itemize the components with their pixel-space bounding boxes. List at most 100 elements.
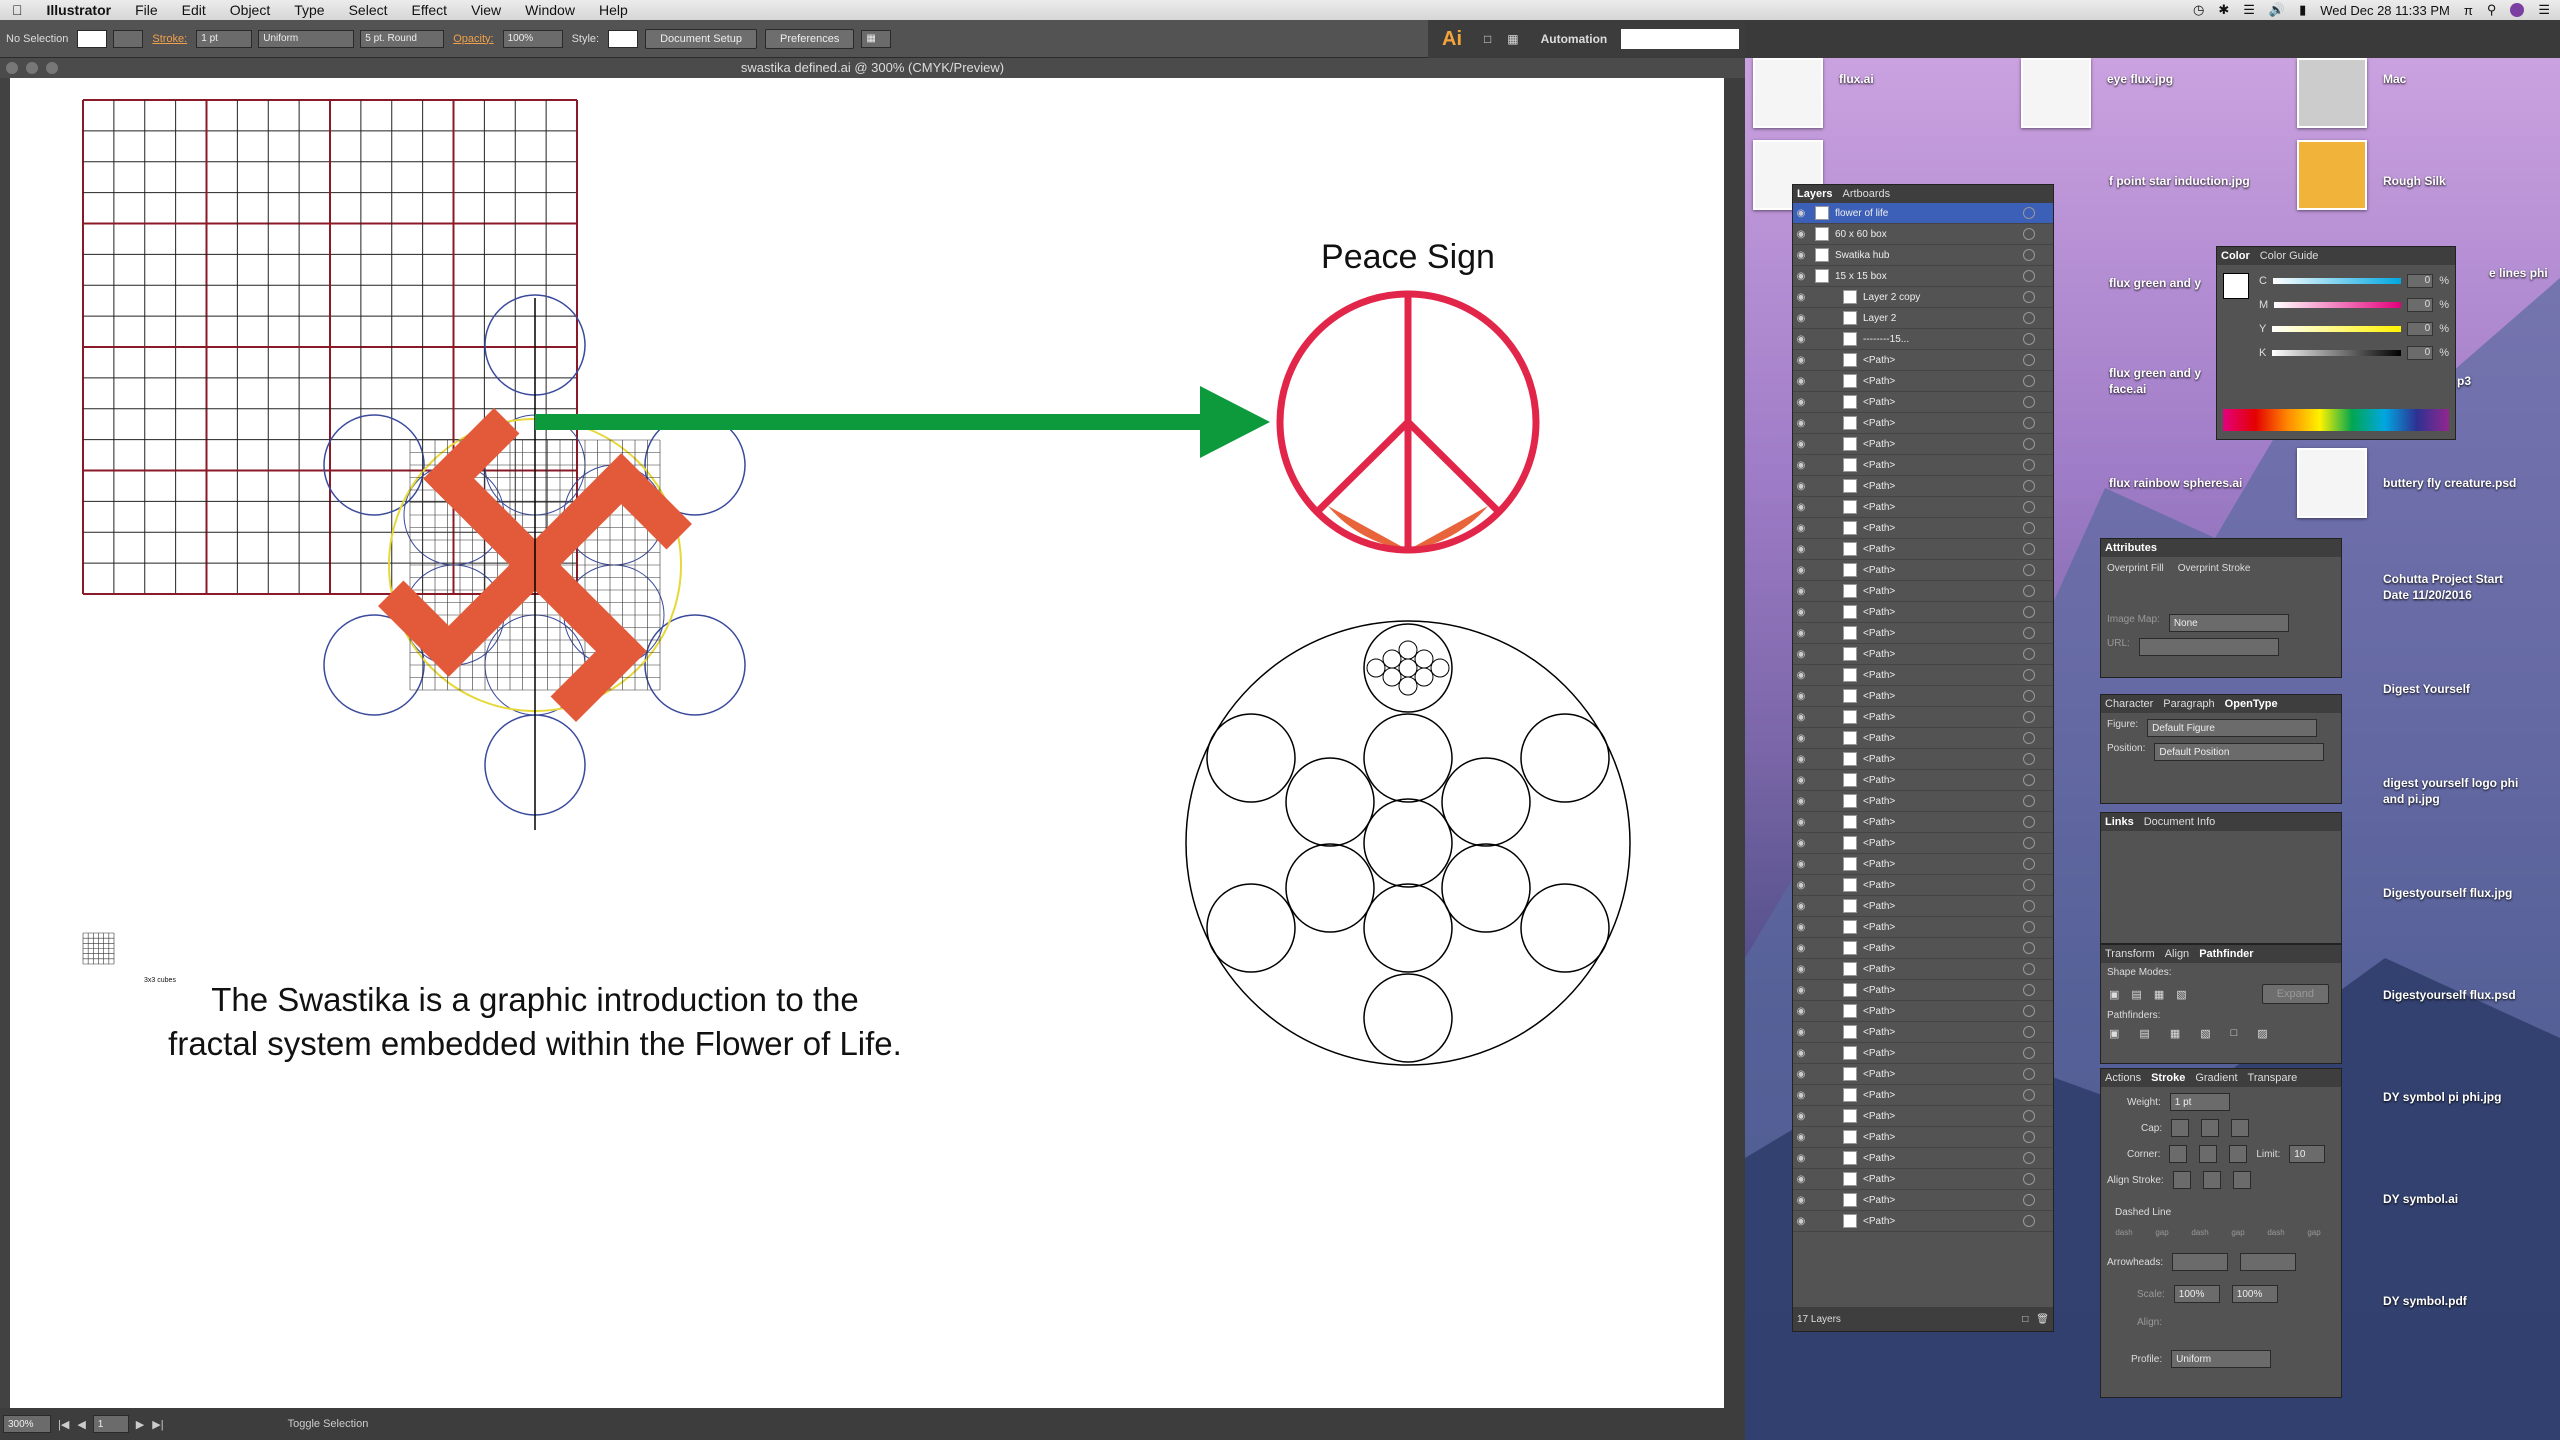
layer-row[interactable]: ◉ <Path> <box>1793 623 2053 644</box>
layer-name[interactable]: <Path> <box>1863 376 1895 387</box>
layer-name[interactable]: <Path> <box>1863 544 1895 555</box>
layer-row[interactable]: ◉ <Path> <box>1793 455 2053 476</box>
layer-row[interactable]: ◉ <Path> <box>1793 749 2053 770</box>
layer-name[interactable]: <Path> <box>1863 502 1895 513</box>
layer-row[interactable]: ◉ <Path> <box>1793 581 2053 602</box>
visibility-eye-icon[interactable]: ◉ <box>1793 901 1809 912</box>
visibility-eye-icon[interactable]: ◉ <box>1793 586 1809 597</box>
desktop-file-label[interactable]: Digest Yourself <box>2383 682 2470 696</box>
file-thumbnail[interactable] <box>1753 58 1823 128</box>
layer-row[interactable]: ◉ <Path> <box>1793 392 2053 413</box>
intersect-icon[interactable]: ▦ <box>2154 988 2164 1001</box>
layer-row[interactable]: ◉ <Path> <box>1793 497 2053 518</box>
target-circle-icon[interactable] <box>2023 480 2035 492</box>
visibility-eye-icon[interactable]: ◉ <box>1793 964 1809 975</box>
layer-name[interactable]: <Path> <box>1863 1174 1895 1185</box>
layer-name[interactable]: Layer 2 <box>1863 313 1896 324</box>
stroke-label[interactable]: Stroke: <box>146 33 193 45</box>
desktop-file-label[interactable]: p3 <box>2457 374 2471 388</box>
target-circle-icon[interactable] <box>2023 606 2035 618</box>
divide-icon[interactable]: ▣ <box>2109 1027 2119 1040</box>
layer-name[interactable]: <Path> <box>1863 1006 1895 1017</box>
black-value[interactable]: 0 <box>2407 346 2434 360</box>
desktop-file-label[interactable]: flux green and y <box>2109 276 2201 290</box>
tab-character[interactable]: Character <box>2105 698 2153 710</box>
cyan-value[interactable]: 0 <box>2407 274 2434 288</box>
visibility-eye-icon[interactable]: ◉ <box>1793 565 1809 576</box>
zoom-level-field[interactable]: 300% <box>3 1415 51 1433</box>
wifi-icon[interactable]: ☰ <box>2243 2 2255 18</box>
drive-thumbnail[interactable] <box>2297 58 2367 128</box>
visibility-eye-icon[interactable]: ◉ <box>1793 1069 1809 1080</box>
layer-name[interactable]: <Path> <box>1863 964 1895 975</box>
visibility-eye-icon[interactable]: ◉ <box>1793 796 1809 807</box>
layer-row[interactable]: ◉ 60 x 60 box <box>1793 224 2053 245</box>
dash-field-2[interactable]: dash <box>2183 1228 2217 1237</box>
layer-row[interactable]: ◉ flower of life <box>1793 203 2053 224</box>
target-circle-icon[interactable] <box>2023 417 2035 429</box>
gap-field-3[interactable]: gap <box>2297 1228 2331 1237</box>
visibility-eye-icon[interactable]: ◉ <box>1793 859 1809 870</box>
layer-row[interactable]: ◉ <Path> <box>1793 875 2053 896</box>
layer-name[interactable]: <Path> <box>1863 943 1895 954</box>
layer-name[interactable]: <Path> <box>1863 775 1895 786</box>
visibility-eye-icon[interactable]: ◉ <box>1793 712 1809 723</box>
desktop-file-label[interactable]: DY symbol.pdf <box>2383 1294 2467 1308</box>
layer-row[interactable]: ◉ <Path> <box>1793 602 2053 623</box>
target-circle-icon[interactable] <box>2023 963 2035 975</box>
apple-menu-icon[interactable]:  <box>0 0 35 20</box>
layer-row[interactable]: ◉ <Path> <box>1793 896 2053 917</box>
desktop-file-label[interactable]: Date 11/20/2016 <box>2383 588 2472 602</box>
desktop-file-label[interactable]: flux.ai <box>1839 72 1874 86</box>
target-circle-icon[interactable] <box>2023 1005 2035 1017</box>
target-circle-icon[interactable] <box>2023 1152 2035 1164</box>
target-circle-icon[interactable] <box>2023 543 2035 555</box>
miter-join-icon[interactable] <box>2169 1145 2188 1163</box>
layer-name[interactable]: <Path> <box>1863 586 1895 597</box>
artboard-canvas[interactable]: Peace Sign The Swastika is a graphic int… <box>10 78 1724 1408</box>
visibility-eye-icon[interactable]: ◉ <box>1793 418 1809 429</box>
target-circle-icon[interactable] <box>2023 984 2035 996</box>
start-arrowhead-select[interactable] <box>2172 1253 2229 1271</box>
layer-row[interactable]: ◉ 15 x 15 box <box>1793 266 2053 287</box>
end-arrowhead-select[interactable] <box>2240 1253 2297 1271</box>
document-setup-button[interactable]: Document Setup <box>645 28 758 49</box>
butt-cap-icon[interactable] <box>2171 1119 2190 1137</box>
visibility-eye-icon[interactable]: ◉ <box>1793 1195 1809 1206</box>
align-center-icon[interactable] <box>2172 1171 2191 1189</box>
profile-select[interactable]: Uniform <box>2171 1350 2272 1368</box>
target-circle-icon[interactable] <box>2023 795 2035 807</box>
target-circle-icon[interactable] <box>2023 627 2035 639</box>
layer-row[interactable]: ◉ <Path> <box>1793 1064 2053 1085</box>
visibility-eye-icon[interactable]: ◉ <box>1793 1090 1809 1101</box>
target-circle-icon[interactable] <box>2023 501 2035 513</box>
new-layer-icon[interactable]: □ <box>2022 1314 2028 1325</box>
target-circle-icon[interactable] <box>2023 1131 2035 1143</box>
target-circle-icon[interactable] <box>2023 1194 2035 1206</box>
target-circle-icon[interactable] <box>2023 837 2035 849</box>
desktop-file-label[interactable]: Cohutta Project Start <box>2383 572 2503 586</box>
visibility-eye-icon[interactable]: ◉ <box>1793 1174 1809 1185</box>
visibility-eye-icon[interactable]: ◉ <box>1793 817 1809 828</box>
tab-gradient[interactable]: Gradient <box>2195 1072 2237 1084</box>
visibility-eye-icon[interactable]: ◉ <box>1793 229 1809 240</box>
target-circle-icon[interactable] <box>2023 879 2035 891</box>
desktop-file-label[interactable]: flux green and y <box>2109 366 2201 380</box>
visibility-eye-icon[interactable]: ◉ <box>1793 607 1809 618</box>
target-circle-icon[interactable] <box>2023 921 2035 933</box>
layer-row[interactable]: ◉ Swatika hub <box>1793 245 2053 266</box>
layer-name[interactable]: <Path> <box>1863 1132 1895 1143</box>
layer-name[interactable]: <Path> <box>1863 922 1895 933</box>
desktop-file-label[interactable]: face.ai <box>2109 382 2146 396</box>
notification-icon[interactable]: ☰ <box>2538 2 2550 18</box>
layer-name[interactable]: 15 x 15 box <box>1835 271 1887 282</box>
layer-row[interactable]: ◉ <Path> <box>1793 1085 2053 1106</box>
tab-layers[interactable]: Layers <box>1797 188 1832 200</box>
layer-name[interactable]: 60 x 60 box <box>1835 229 1887 240</box>
layer-name[interactable]: <Path> <box>1863 1195 1895 1206</box>
layer-row[interactable]: ◉ <Path> <box>1793 917 2053 938</box>
tab-align[interactable]: Align <box>2165 948 2189 960</box>
position-select[interactable]: Default Position <box>2154 743 2325 761</box>
layer-row[interactable]: ◉ <Path> <box>1793 1190 2053 1211</box>
tab-links[interactable]: Links <box>2105 816 2134 828</box>
